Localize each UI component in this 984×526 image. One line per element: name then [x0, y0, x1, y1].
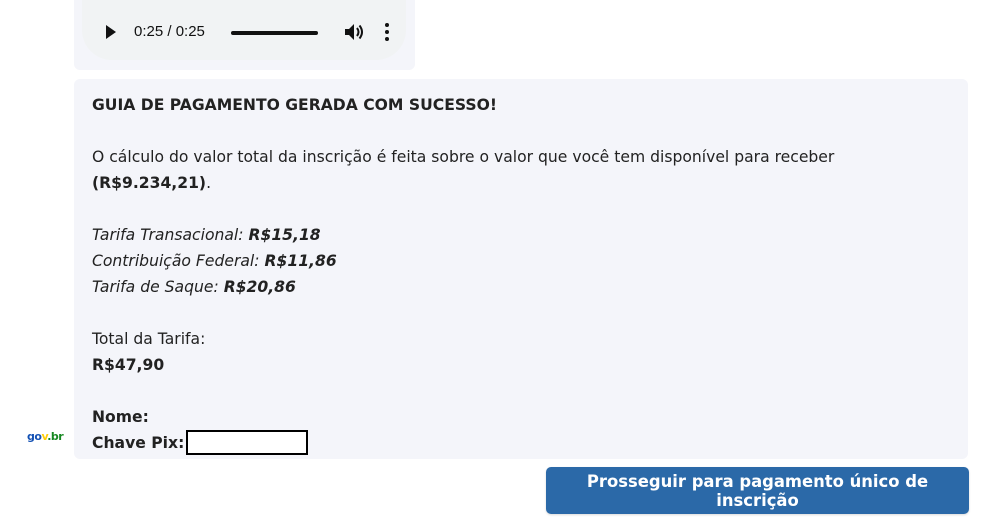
- fee-row: Tarifa de Saque: R$20,86: [92, 274, 952, 300]
- message-title: GUIA DE PAGAMENTO GERADA COM SUCESSO!: [92, 96, 497, 114]
- fee-row: Contribuição Federal: R$11,86: [92, 248, 952, 274]
- available-amount: (R$9.234,21): [92, 174, 207, 192]
- total-label: Total da Tarifa:: [92, 330, 206, 348]
- fee-value: R$20,86: [223, 278, 296, 296]
- message-text: GUIA DE PAGAMENTO GERADA COM SUCESSO! O …: [92, 92, 952, 456]
- fee-value: R$11,86: [264, 252, 337, 270]
- audio-message-bubble: 0:25 / 0:25: [74, 0, 415, 70]
- audio-seek-bar[interactable]: [231, 31, 318, 35]
- pix-key-redacted: [186, 430, 309, 455]
- available-suffix: .: [206, 174, 212, 192]
- fee-label: Contribuição Federal:: [92, 252, 265, 270]
- play-icon[interactable]: [106, 25, 116, 39]
- fee-value: R$15,18: [248, 226, 321, 244]
- intro-paragraph: O cálculo do valor total da inscrição é …: [92, 144, 952, 196]
- more-options-icon[interactable]: [384, 23, 390, 41]
- bot-message-bubble: GUIA DE PAGAMENTO GERADA COM SUCESSO! O …: [74, 79, 968, 459]
- pix-row: Chave Pix:: [92, 430, 952, 456]
- fee-label: Tarifa de Saque:: [92, 278, 224, 296]
- fee-row: Tarifa Transacional: R$15,18: [92, 222, 952, 248]
- name-label: Nome:: [92, 408, 149, 426]
- govbr-logo: gov.br: [27, 430, 64, 443]
- audio-player[interactable]: 0:25 / 0:25: [82, 0, 406, 60]
- proceed-payment-button[interactable]: Prosseguir para pagamento único de inscr…: [546, 467, 969, 514]
- fee-label: Tarifa Transacional:: [92, 226, 249, 244]
- intro-text: O cálculo do valor total da inscrição é …: [92, 148, 835, 166]
- audio-time: 0:25 / 0:25: [134, 23, 205, 40]
- pix-label: Chave Pix:: [92, 434, 185, 452]
- total-value: R$47,90: [92, 356, 165, 374]
- volume-icon[interactable]: [344, 23, 364, 41]
